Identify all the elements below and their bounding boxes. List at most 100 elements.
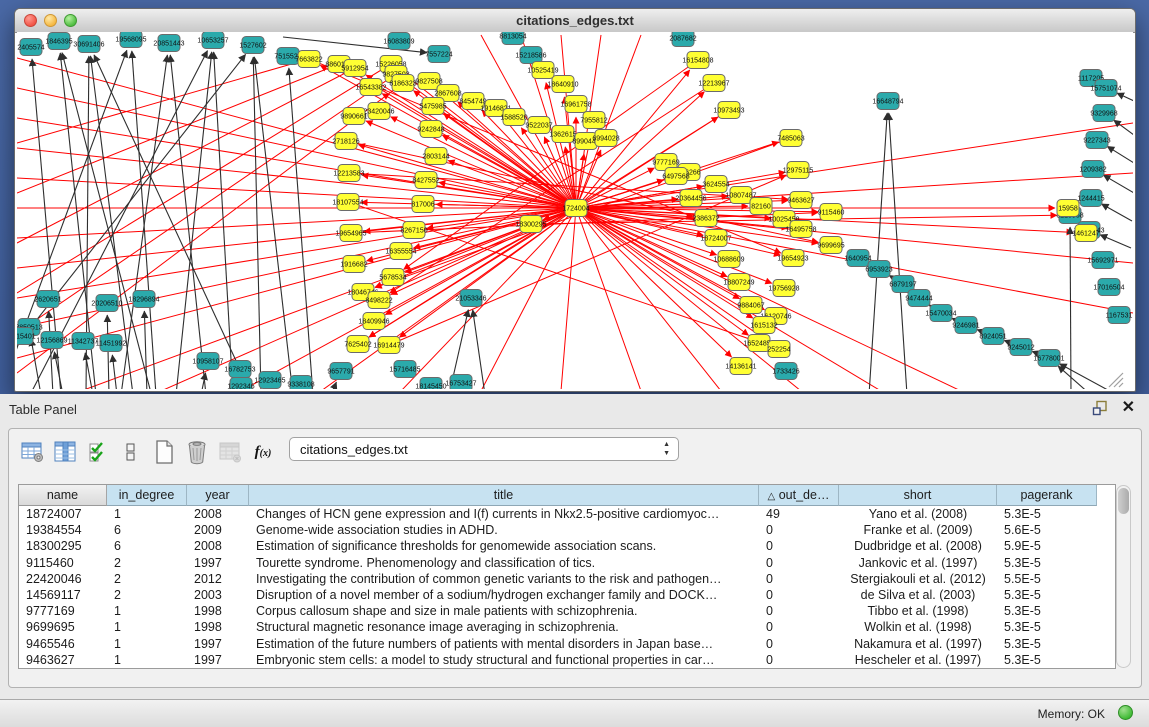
network-node[interactable]: 7485063 bbox=[777, 130, 804, 147]
network-node[interactable]: 2405574 bbox=[17, 39, 44, 56]
network-node[interactable]: 12213967 bbox=[698, 75, 729, 92]
network-node[interactable]: 9242848 bbox=[417, 121, 444, 138]
table-row[interactable]: 969969511998Structural magnetic resonanc… bbox=[19, 619, 1115, 635]
network-node[interactable]: 6994028 bbox=[592, 130, 619, 147]
network-node[interactable]: 817006 bbox=[411, 196, 434, 213]
column-header-year[interactable]: year bbox=[187, 485, 249, 506]
column-header-short[interactable]: short bbox=[839, 485, 997, 506]
network-node[interactable]: 1588520 bbox=[500, 109, 527, 126]
network-node[interactable]: 1916682 bbox=[340, 256, 367, 273]
network-node[interactable]: 8186323 bbox=[389, 75, 416, 92]
new-document-icon[interactable] bbox=[149, 438, 179, 466]
network-node[interactable]: 9227343 bbox=[1083, 132, 1110, 149]
network-node[interactable]: 2386372 bbox=[692, 210, 719, 227]
network-node[interactable]: 1615132 bbox=[750, 317, 777, 334]
network-node[interactable]: 18145450 bbox=[415, 378, 446, 390]
network-node[interactable]: 1461247 bbox=[1072, 225, 1099, 242]
network-node[interactable]: 9463627 bbox=[787, 192, 814, 209]
table-row[interactable]: 1938455462009Genome-wide association stu… bbox=[19, 522, 1115, 538]
network-node[interactable]: 20206510 bbox=[91, 295, 122, 312]
float-panel-icon[interactable] bbox=[1092, 400, 1108, 416]
network-node[interactable]: 18300295 bbox=[515, 216, 546, 233]
network-node[interactable]: 20364456 bbox=[675, 190, 706, 207]
network-node[interactable]: 8924051 bbox=[979, 328, 1006, 345]
network-node[interactable]: 9657791 bbox=[327, 363, 354, 380]
close-panel-icon[interactable]: ✕ bbox=[1122, 400, 1135, 416]
network-node[interactable]: 16914479 bbox=[373, 337, 404, 354]
network-node[interactable]: 9245012 bbox=[1007, 339, 1034, 356]
network-node[interactable]: 1724004 bbox=[562, 200, 589, 217]
column-header-indegree[interactable]: in_degree bbox=[107, 485, 187, 506]
network-node[interactable]: 16782753 bbox=[224, 361, 255, 378]
network-node[interactable]: 16083809 bbox=[383, 33, 414, 50]
network-node[interactable]: 5678534 bbox=[379, 269, 406, 286]
network-node[interactable]: 9329968 bbox=[1090, 105, 1117, 122]
network-node[interactable]: 16648794 bbox=[872, 93, 903, 110]
network-node[interactable]: 18296894 bbox=[128, 291, 159, 308]
network-node[interactable]: 23420046 bbox=[363, 103, 394, 120]
network-node[interactable]: 7663822 bbox=[295, 51, 322, 68]
network-node[interactable]: 2718126 bbox=[332, 133, 359, 150]
network-node[interactable]: 1292346 bbox=[227, 378, 254, 390]
network-node[interactable]: 16495758 bbox=[785, 221, 816, 238]
network-node[interactable]: 9474444 bbox=[905, 290, 932, 307]
table-row[interactable]: 1830029562008Estimation of significance … bbox=[19, 538, 1115, 554]
network-node[interactable]: 9884067 bbox=[737, 297, 764, 314]
network-node[interactable]: 15958 bbox=[1057, 200, 1079, 217]
select-all-icon[interactable] bbox=[83, 438, 113, 466]
network-node[interactable]: 2803144 bbox=[422, 148, 449, 165]
delete-icon[interactable] bbox=[182, 438, 212, 466]
network-node[interactable]: 30691406 bbox=[73, 36, 104, 53]
network-node[interactable]: 9890661 bbox=[340, 108, 367, 125]
table-row[interactable]: 977716911998Corpus callosum shape and si… bbox=[19, 603, 1115, 619]
network-node[interactable]: 9338108 bbox=[287, 376, 314, 390]
network-node[interactable]: 9699695 bbox=[817, 237, 844, 254]
network-node[interactable]: 12975115 bbox=[783, 162, 814, 179]
network-node[interactable]: 1527602 bbox=[239, 37, 266, 54]
column-header-name[interactable]: name bbox=[19, 485, 107, 506]
network-node[interactable]: 12923465 bbox=[254, 372, 285, 389]
network-node[interactable]: 6497568 bbox=[662, 168, 689, 185]
network-node[interactable]: 8427552 bbox=[412, 172, 439, 189]
network-canvas[interactable]: 2405574184639530691406195680952085144310… bbox=[17, 32, 1133, 389]
table-row[interactable]: 1872400712008Changes of HCN gene express… bbox=[19, 506, 1115, 522]
row-height-icon[interactable] bbox=[116, 438, 146, 466]
network-node[interactable]: 10958107 bbox=[192, 353, 223, 370]
scrollbar-thumb[interactable] bbox=[1118, 488, 1129, 514]
network-node[interactable]: 15218586 bbox=[515, 47, 546, 64]
function-icon[interactable]: f(x) bbox=[248, 438, 278, 466]
network-node[interactable]: 18724007 bbox=[700, 230, 731, 247]
network-node[interactable]: 16355554 bbox=[385, 243, 416, 260]
network-node[interactable]: 252254 bbox=[767, 341, 790, 358]
network-select-dropdown[interactable]: citations_edges.txt ▲▼ bbox=[289, 437, 679, 461]
table-row[interactable]: 911546021997Tourette syndrome. Phenomeno… bbox=[19, 555, 1115, 571]
network-node[interactable]: 18807249 bbox=[723, 274, 754, 291]
network-node[interactable]: 1733426 bbox=[772, 363, 799, 380]
network-node[interactable]: 9246981 bbox=[952, 317, 979, 334]
network-node[interactable]: 7625402 bbox=[344, 336, 371, 353]
network-node[interactable]: 12156869 bbox=[36, 332, 67, 349]
network-node[interactable]: 1167531 bbox=[1106, 307, 1133, 324]
network-node[interactable]: 7557224 bbox=[425, 46, 452, 63]
show-columns-icon[interactable] bbox=[50, 438, 80, 466]
network-node[interactable]: 16778001 bbox=[1033, 350, 1064, 367]
network-node[interactable]: 12213583 bbox=[333, 165, 364, 182]
network-node[interactable]: 5912954 bbox=[341, 60, 368, 77]
network-window-titlebar[interactable]: citations_edges.txt bbox=[15, 9, 1135, 33]
network-node[interactable]: 15716485 bbox=[389, 361, 420, 378]
network-node[interactable]: 19756928 bbox=[768, 280, 799, 297]
network-node[interactable]: 18409946 bbox=[358, 313, 389, 330]
table-row[interactable]: 946554611997Estimation of the future num… bbox=[19, 636, 1115, 652]
table-row[interactable]: 2242004622012Investigating the contribut… bbox=[19, 571, 1115, 587]
network-node[interactable]: 3915401 bbox=[17, 328, 36, 345]
memory-status-icon[interactable] bbox=[1118, 705, 1133, 720]
network-node[interactable]: 11342737 bbox=[68, 333, 99, 350]
network-node[interactable]: 19654965 bbox=[335, 225, 366, 242]
network-node[interactable]: 10973493 bbox=[713, 102, 744, 119]
table-row[interactable]: 1456911722003Disruption of a novel membe… bbox=[19, 587, 1115, 603]
table-vertical-scrollbar[interactable] bbox=[1116, 485, 1131, 668]
network-node[interactable]: 15692971 bbox=[1087, 252, 1118, 269]
network-node[interactable]: 16543382 bbox=[355, 79, 386, 96]
network-node[interactable]: 20851443 bbox=[153, 35, 184, 52]
network-node[interactable]: 15470034 bbox=[925, 305, 956, 322]
